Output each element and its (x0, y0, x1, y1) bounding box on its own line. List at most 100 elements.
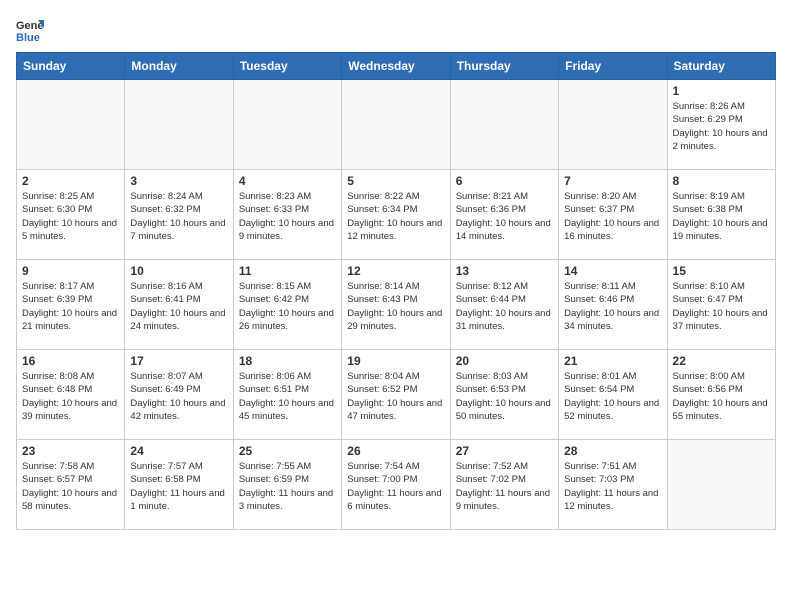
day-number: 18 (239, 354, 336, 368)
day-info: Sunrise: 7:54 AMSunset: 7:00 PMDaylight:… (347, 460, 444, 513)
calendar-cell: 28 Sunrise: 7:51 AMSunset: 7:03 PMDayligh… (559, 440, 667, 530)
weekday-header: Friday (559, 53, 667, 80)
day-number: 17 (130, 354, 227, 368)
day-info: Sunrise: 8:10 AMSunset: 6:47 PMDaylight:… (673, 280, 770, 333)
day-info: Sunrise: 8:01 AMSunset: 6:54 PMDaylight:… (564, 370, 661, 423)
day-info: Sunrise: 8:15 AMSunset: 6:42 PMDaylight:… (239, 280, 336, 333)
calendar-cell: 18 Sunrise: 8:06 AMSunset: 6:51 PMDayligh… (233, 350, 341, 440)
calendar-cell (450, 80, 558, 170)
day-info: Sunrise: 8:06 AMSunset: 6:51 PMDaylight:… (239, 370, 336, 423)
calendar-cell (342, 80, 450, 170)
day-number: 4 (239, 174, 336, 188)
day-number: 14 (564, 264, 661, 278)
day-info: Sunrise: 8:19 AMSunset: 6:38 PMDaylight:… (673, 190, 770, 243)
day-number: 5 (347, 174, 444, 188)
logo-icon: General Blue (16, 16, 44, 44)
calendar-cell: 21 Sunrise: 8:01 AMSunset: 6:54 PMDayligh… (559, 350, 667, 440)
calendar-cell: 27 Sunrise: 7:52 AMSunset: 7:02 PMDayligh… (450, 440, 558, 530)
day-number: 2 (22, 174, 119, 188)
calendar-cell: 14 Sunrise: 8:11 AMSunset: 6:46 PMDayligh… (559, 260, 667, 350)
page-header: General Blue (16, 16, 776, 44)
day-info: Sunrise: 8:14 AMSunset: 6:43 PMDaylight:… (347, 280, 444, 333)
calendar-cell: 16 Sunrise: 8:08 AMSunset: 6:48 PMDayligh… (17, 350, 125, 440)
day-info: Sunrise: 7:52 AMSunset: 7:02 PMDaylight:… (456, 460, 553, 513)
day-info: Sunrise: 8:21 AMSunset: 6:36 PMDaylight:… (456, 190, 553, 243)
weekday-header: Sunday (17, 53, 125, 80)
calendar-cell: 24 Sunrise: 7:57 AMSunset: 6:58 PMDayligh… (125, 440, 233, 530)
day-number: 1 (673, 84, 770, 98)
calendar-cell: 1 Sunrise: 8:26 AMSunset: 6:29 PMDaylight… (667, 80, 775, 170)
calendar-cell (667, 440, 775, 530)
day-number: 11 (239, 264, 336, 278)
day-number: 28 (564, 444, 661, 458)
weekday-header: Saturday (667, 53, 775, 80)
day-number: 22 (673, 354, 770, 368)
calendar-cell: 11 Sunrise: 8:15 AMSunset: 6:42 PMDayligh… (233, 260, 341, 350)
calendar-cell: 13 Sunrise: 8:12 AMSunset: 6:44 PMDayligh… (450, 260, 558, 350)
calendar-cell (17, 80, 125, 170)
day-info: Sunrise: 8:23 AMSunset: 6:33 PMDaylight:… (239, 190, 336, 243)
calendar-cell: 19 Sunrise: 8:04 AMSunset: 6:52 PMDayligh… (342, 350, 450, 440)
day-info: Sunrise: 8:03 AMSunset: 6:53 PMDaylight:… (456, 370, 553, 423)
calendar-cell: 25 Sunrise: 7:55 AMSunset: 6:59 PMDayligh… (233, 440, 341, 530)
day-info: Sunrise: 8:24 AMSunset: 6:32 PMDaylight:… (130, 190, 227, 243)
day-number: 6 (456, 174, 553, 188)
day-number: 26 (347, 444, 444, 458)
calendar-cell: 9 Sunrise: 8:17 AMSunset: 6:39 PMDaylight… (17, 260, 125, 350)
calendar-cell (125, 80, 233, 170)
day-info: Sunrise: 8:17 AMSunset: 6:39 PMDaylight:… (22, 280, 119, 333)
weekday-header: Thursday (450, 53, 558, 80)
calendar-cell: 15 Sunrise: 8:10 AMSunset: 6:47 PMDayligh… (667, 260, 775, 350)
day-info: Sunrise: 8:00 AMSunset: 6:56 PMDaylight:… (673, 370, 770, 423)
calendar-cell: 22 Sunrise: 8:00 AMSunset: 6:56 PMDayligh… (667, 350, 775, 440)
day-info: Sunrise: 8:26 AMSunset: 6:29 PMDaylight:… (673, 100, 770, 153)
calendar-cell: 5 Sunrise: 8:22 AMSunset: 6:34 PMDaylight… (342, 170, 450, 260)
day-number: 19 (347, 354, 444, 368)
day-info: Sunrise: 8:22 AMSunset: 6:34 PMDaylight:… (347, 190, 444, 243)
calendar-cell: 10 Sunrise: 8:16 AMSunset: 6:41 PMDayligh… (125, 260, 233, 350)
day-info: Sunrise: 7:57 AMSunset: 6:58 PMDaylight:… (130, 460, 227, 513)
day-info: Sunrise: 8:16 AMSunset: 6:41 PMDaylight:… (130, 280, 227, 333)
calendar-cell: 4 Sunrise: 8:23 AMSunset: 6:33 PMDaylight… (233, 170, 341, 260)
day-number: 13 (456, 264, 553, 278)
day-number: 23 (22, 444, 119, 458)
calendar-cell: 8 Sunrise: 8:19 AMSunset: 6:38 PMDaylight… (667, 170, 775, 260)
calendar-cell: 12 Sunrise: 8:14 AMSunset: 6:43 PMDayligh… (342, 260, 450, 350)
svg-text:Blue: Blue (16, 32, 40, 44)
day-info: Sunrise: 8:08 AMSunset: 6:48 PMDaylight:… (22, 370, 119, 423)
day-number: 21 (564, 354, 661, 368)
day-number: 8 (673, 174, 770, 188)
day-info: Sunrise: 8:25 AMSunset: 6:30 PMDaylight:… (22, 190, 119, 243)
calendar-cell: 7 Sunrise: 8:20 AMSunset: 6:37 PMDaylight… (559, 170, 667, 260)
calendar-cell: 23Sunrise: 7:58 AMSunset: 6:57 PMDayligh… (17, 440, 125, 530)
calendar-cell: 26 Sunrise: 7:54 AMSunset: 7:00 PMDayligh… (342, 440, 450, 530)
day-number: 24 (130, 444, 227, 458)
day-number: 9 (22, 264, 119, 278)
calendar-cell: 20 Sunrise: 8:03 AMSunset: 6:53 PMDayligh… (450, 350, 558, 440)
day-number: 20 (456, 354, 553, 368)
calendar-cell: 6 Sunrise: 8:21 AMSunset: 6:36 PMDaylight… (450, 170, 558, 260)
day-number: 7 (564, 174, 661, 188)
day-number: 15 (673, 264, 770, 278)
day-number: 12 (347, 264, 444, 278)
day-info: Sunrise: 8:11 AMSunset: 6:46 PMDaylight:… (564, 280, 661, 333)
day-info: Sunrise: 8:04 AMSunset: 6:52 PMDaylight:… (347, 370, 444, 423)
day-number: 16 (22, 354, 119, 368)
calendar-cell (233, 80, 341, 170)
day-info: Sunrise: 8:12 AMSunset: 6:44 PMDaylight:… (456, 280, 553, 333)
weekday-header: Wednesday (342, 53, 450, 80)
day-info: Sunrise: 7:51 AMSunset: 7:03 PMDaylight:… (564, 460, 661, 513)
day-number: 10 (130, 264, 227, 278)
day-info: Sunrise: 7:55 AMSunset: 6:59 PMDaylight:… (239, 460, 336, 513)
calendar-cell: 3 Sunrise: 8:24 AMSunset: 6:32 PMDaylight… (125, 170, 233, 260)
calendar-cell: 2 Sunrise: 8:25 AMSunset: 6:30 PMDaylight… (17, 170, 125, 260)
calendar-cell (559, 80, 667, 170)
day-number: 3 (130, 174, 227, 188)
calendar-cell: 17 Sunrise: 8:07 AMSunset: 6:49 PMDayligh… (125, 350, 233, 440)
day-number: 27 (456, 444, 553, 458)
weekday-header: Tuesday (233, 53, 341, 80)
day-info: Sunrise: 8:20 AMSunset: 6:37 PMDaylight:… (564, 190, 661, 243)
logo: General Blue (16, 16, 48, 44)
day-info: Sunrise: 8:07 AMSunset: 6:49 PMDaylight:… (130, 370, 227, 423)
day-number: 25 (239, 444, 336, 458)
